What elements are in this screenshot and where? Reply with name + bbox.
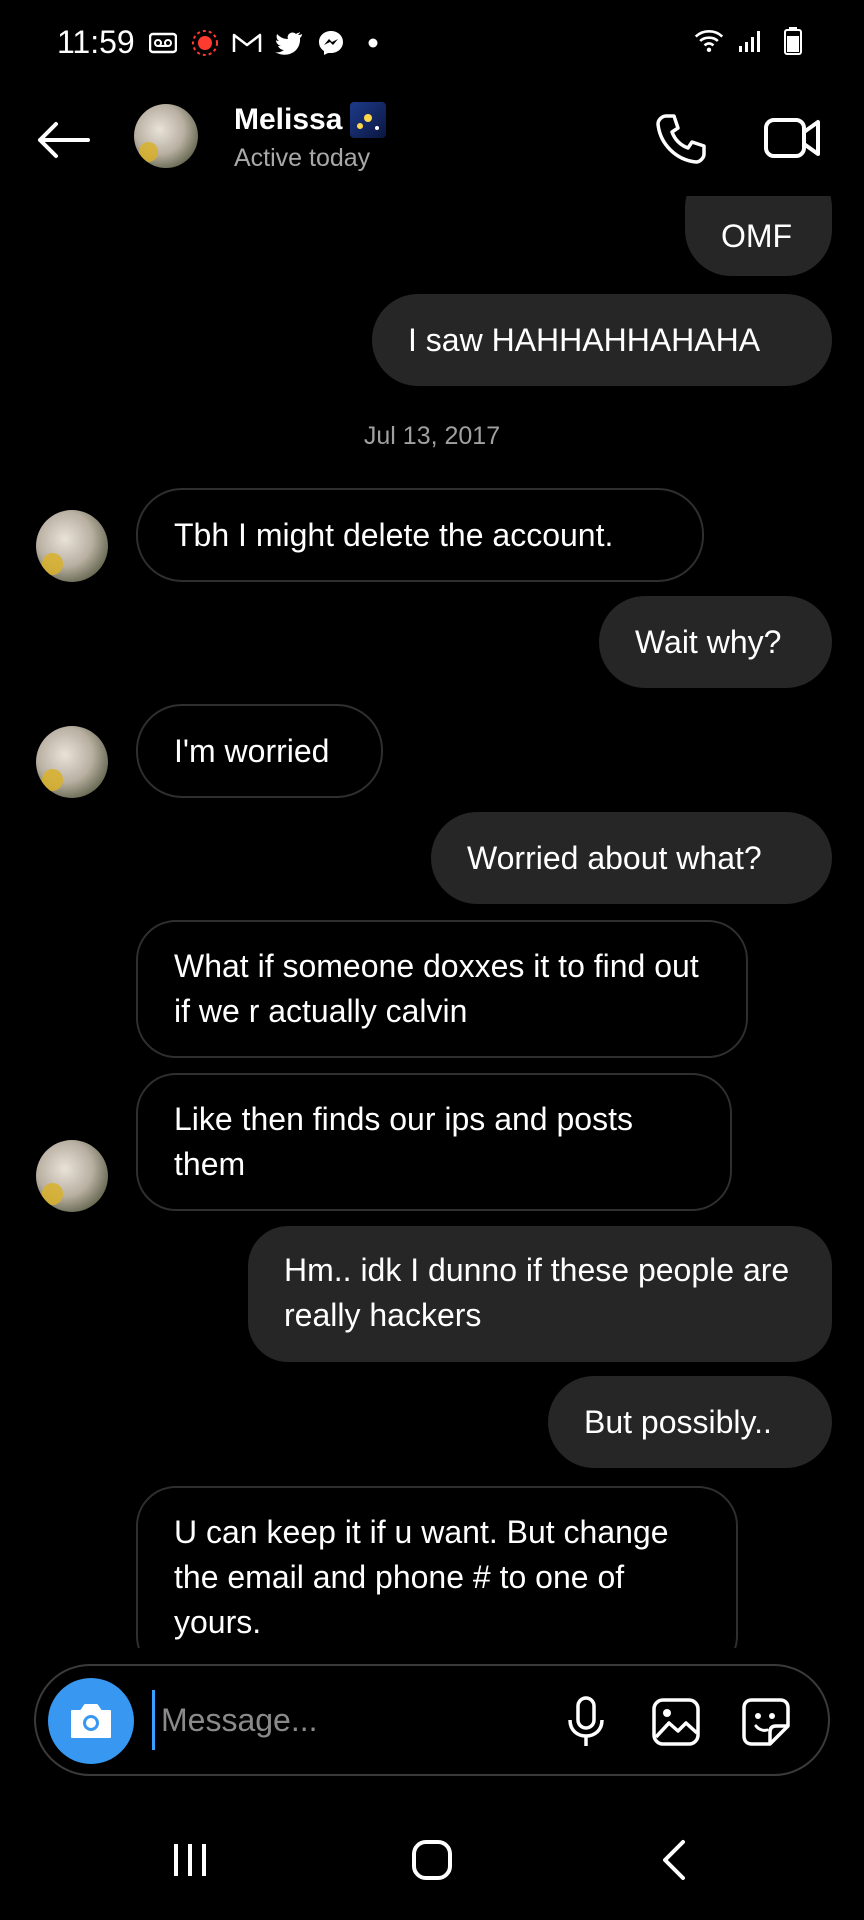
message-sent[interactable]: Wait why? [599, 596, 832, 688]
wifi-icon [694, 26, 724, 56]
voicemail-icon [148, 28, 178, 58]
back-arrow-icon [38, 122, 90, 158]
sender-avatar[interactable] [36, 726, 108, 798]
chevron-left-icon [663, 1840, 685, 1880]
voice-call-button[interactable] [650, 108, 710, 168]
back-button[interactable] [30, 110, 96, 170]
notification-icons [148, 28, 388, 58]
nav-back-button[interactable] [634, 1830, 714, 1890]
message-received[interactable]: I'm worried [136, 704, 383, 798]
message-thread[interactable]: OMF I saw HAHHAHHAHAHA Jul 13, 2017 Tbh … [0, 196, 864, 1648]
message-text: I'm worried [174, 732, 330, 769]
message-text: Hm.. idk I dunno if these people are rea… [284, 1252, 790, 1333]
message-text: But possibly.. [584, 1403, 772, 1440]
message-sent[interactable]: Hm.. idk I dunno if these people are rea… [248, 1226, 832, 1362]
message-input[interactable] [152, 1690, 552, 1750]
twitter-icon [274, 28, 304, 58]
gallery-icon [652, 1698, 700, 1746]
status-time: 11:59 [57, 24, 135, 60]
message-received[interactable]: What if someone doxxes it to find out if… [136, 920, 748, 1058]
signal-icon [736, 26, 766, 56]
sticker-icon [742, 1698, 790, 1746]
message-sent[interactable]: OMF [685, 196, 832, 276]
phone-icon [656, 114, 706, 164]
recent-apps-button[interactable] [150, 1830, 230, 1890]
system-nav-bar [0, 1810, 864, 1920]
system-icons [694, 26, 808, 56]
date-separator: Jul 13, 2017 [363, 422, 501, 450]
microphone-button[interactable] [556, 1692, 616, 1752]
message-text: OMF [721, 217, 793, 254]
messenger-icon [316, 28, 346, 58]
chat-header: Melissa Active today [0, 86, 864, 196]
battery-icon [778, 26, 808, 56]
message-composer [34, 1664, 830, 1776]
message-sent[interactable]: Worried about what? [431, 812, 832, 904]
gmail-icon [232, 28, 262, 58]
video-camera-icon [764, 118, 820, 158]
message-sent[interactable]: But possibly.. [548, 1376, 832, 1468]
message-text: Worried about what? [467, 839, 762, 876]
contact-name: Melissa [234, 103, 343, 136]
sticker-button[interactable] [736, 1692, 796, 1752]
message-text: Like then finds our ips and posts them [174, 1101, 633, 1182]
gallery-button[interactable] [646, 1692, 706, 1752]
contact-status: Active today [234, 144, 371, 172]
message-text: Tbh I might delete the account. [174, 516, 614, 553]
recording-icon [190, 28, 220, 58]
status-bar: 11:59 [0, 0, 864, 86]
message-text: What if someone doxxes it to find out if… [174, 948, 699, 1029]
video-call-button[interactable] [760, 108, 824, 168]
night-sky-emoji-icon [350, 102, 387, 138]
message-text: Wait why? [635, 623, 782, 660]
camera-icon [71, 1704, 111, 1738]
dot-icon [358, 28, 388, 58]
contact-name-row[interactable]: Melissa [234, 102, 387, 138]
sender-avatar[interactable] [36, 1140, 108, 1212]
home-icon [412, 1840, 452, 1880]
message-text: I saw HAHHAHHAHAHA [408, 321, 761, 358]
contact-avatar[interactable] [134, 104, 198, 168]
recent-apps-icon [174, 1844, 206, 1876]
message-received[interactable]: Like then finds our ips and posts them [136, 1073, 732, 1211]
sender-avatar[interactable] [36, 510, 108, 582]
message-received[interactable]: U can keep it if u want. But change the … [136, 1486, 738, 1648]
message-sent[interactable]: I saw HAHHAHHAHAHA [372, 294, 832, 386]
home-button[interactable] [392, 1830, 472, 1890]
message-received[interactable]: Tbh I might delete the account. [136, 488, 704, 582]
microphone-icon [568, 1696, 604, 1746]
message-text: U can keep it if u want. But change the … [174, 1514, 669, 1640]
camera-button[interactable] [48, 1678, 134, 1764]
